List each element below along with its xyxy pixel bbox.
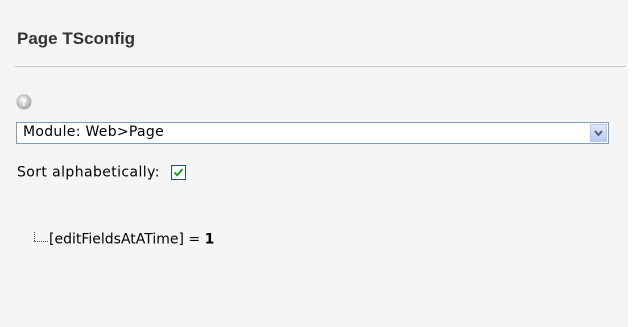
checkmark-icon bbox=[173, 168, 184, 177]
title-divider bbox=[15, 66, 626, 67]
chevron-down-icon bbox=[594, 130, 603, 137]
tree-item-key: [editFieldsAtATime] bbox=[49, 231, 184, 248]
tree-line-vertical bbox=[34, 231, 35, 241]
module-select-value: Module: Web>Page bbox=[23, 124, 165, 140]
svg-text:?: ? bbox=[21, 98, 27, 109]
tsconfig-tree: [editFieldsAtATime] = 1 bbox=[32, 229, 214, 251]
sort-label: Sort alphabetically: bbox=[17, 164, 160, 181]
dropdown-button[interactable] bbox=[590, 124, 607, 142]
sort-alphabetically-checkbox[interactable] bbox=[170, 165, 186, 180]
help-icon[interactable]: ? bbox=[16, 94, 32, 110]
tree-line-horizontal bbox=[34, 240, 48, 242]
tree-item-operator: = bbox=[183, 231, 205, 248]
page-title: Page TSconfig bbox=[17, 29, 136, 48]
tree-item-value: 1 bbox=[204, 231, 215, 248]
module-select[interactable]: Module: Web>Page bbox=[16, 122, 609, 144]
sort-row: Sort alphabetically: bbox=[17, 162, 186, 182]
tsconfig-panel: Page TSconfig ? Module: Web>Page Sort al… bbox=[0, 0, 628, 327]
tree-connector bbox=[32, 231, 49, 248]
